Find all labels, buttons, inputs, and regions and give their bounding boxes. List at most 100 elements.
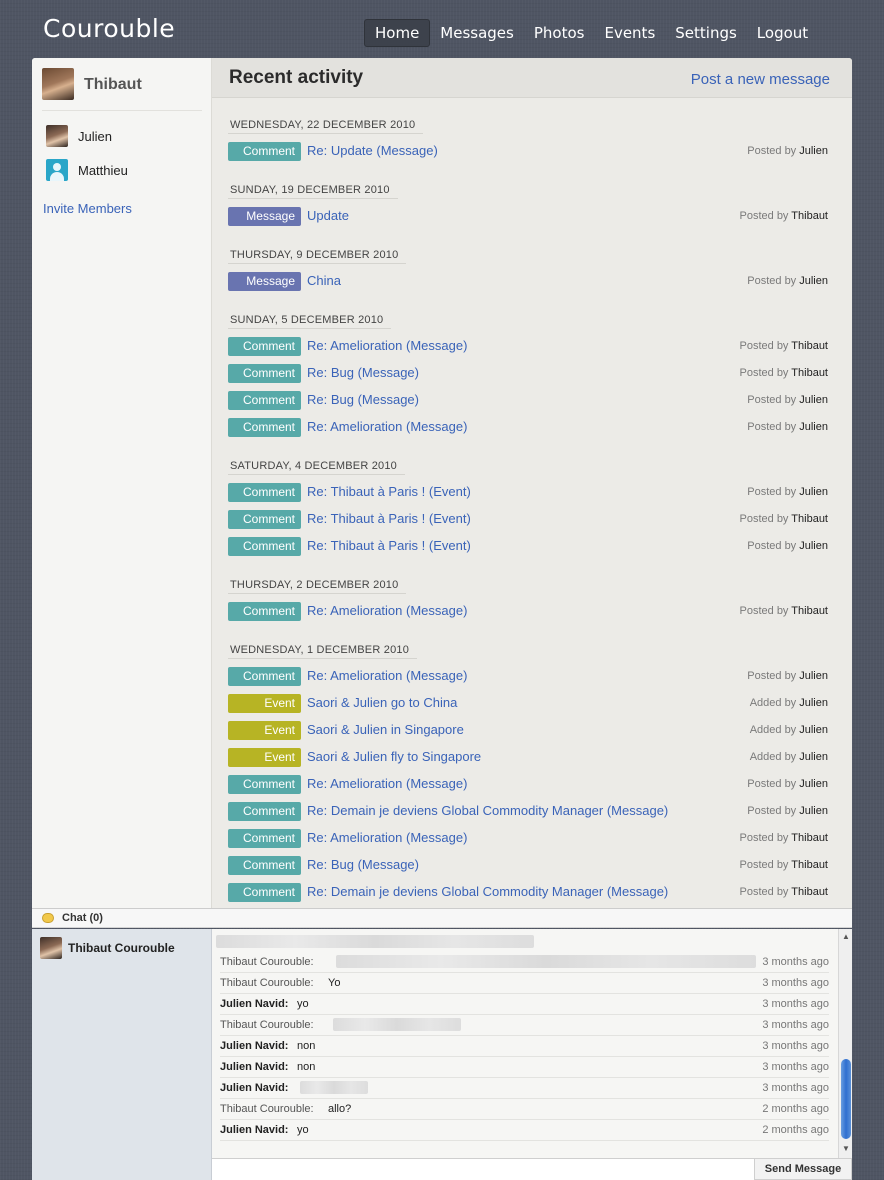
- member-matthieu[interactable]: Matthieu: [46, 159, 128, 181]
- redacted-text: [336, 955, 756, 968]
- activity-link[interactable]: Re: Amelioration (Message): [307, 668, 467, 683]
- activity-meta: Posted by Julien: [747, 394, 828, 406]
- activity-link[interactable]: Saori & Julien go to China: [307, 695, 457, 710]
- activity-row: Event Saori & Julien in Singapore Added by…: [228, 718, 832, 745]
- member-name: Julien: [78, 128, 112, 144]
- activity-meta: Posted by Thibaut: [740, 859, 828, 871]
- chat-message: Julien Navid: 3 months ago: [220, 1078, 829, 1099]
- activity-link[interactable]: Saori & Julien in Singapore: [307, 722, 464, 737]
- app-logo[interactable]: Courouble: [43, 14, 175, 43]
- chat-sender: Julien Navid:: [220, 1082, 289, 1094]
- activity-link[interactable]: Re: Demain je deviens Global Commodity M…: [307, 803, 668, 818]
- main-nav: Home Messages Photos Events Settings Log…: [364, 19, 818, 47]
- chat-sender: Julien Navid:: [220, 1124, 289, 1136]
- activity-verb: Posted by: [739, 367, 789, 379]
- activity-verb: Posted by: [739, 832, 789, 844]
- activity-author: Thibaut: [791, 832, 828, 844]
- nav-home[interactable]: Home: [364, 19, 431, 47]
- day-header: THURSDAY, 9 DECEMBER 2010: [228, 248, 407, 264]
- activity-link[interactable]: Re: Demain je deviens Global Commodity M…: [307, 884, 668, 899]
- post-new-message-link[interactable]: Post a new message: [691, 71, 830, 88]
- member-julien[interactable]: Julien: [46, 125, 112, 147]
- activity-author: Julien: [799, 778, 828, 790]
- activity-row: Comment Re: Amelioration (Message) Posted …: [228, 664, 832, 691]
- scroll-thumb[interactable]: [841, 1059, 851, 1139]
- nav-messages[interactable]: Messages: [430, 19, 524, 47]
- activity-meta: Posted by Julien: [747, 670, 828, 682]
- activity-day: SUNDAY, 5 DECEMBER 2010 Comment Re: Amelio…: [228, 310, 832, 442]
- activity-type-badge: Comment: [228, 602, 301, 621]
- activity-link[interactable]: Re: Bug (Message): [307, 857, 419, 872]
- activity-author: Julien: [799, 751, 828, 763]
- activity-link[interactable]: Re: Bug (Message): [307, 392, 419, 407]
- activity-link[interactable]: China: [307, 273, 341, 288]
- activity-author: Thibaut: [791, 859, 828, 871]
- content-header: Recent activity Post a new message: [212, 58, 852, 98]
- chat-user-name: Thibaut Courouble: [68, 941, 175, 955]
- activity-link[interactable]: Re: Update (Message): [307, 143, 438, 158]
- activity-author: Julien: [799, 540, 828, 552]
- default-avatar-icon: [46, 159, 68, 181]
- chat-sender: Thibaut Courouble:: [220, 977, 314, 989]
- activity-row: Comment Re: Bug (Message) Posted by Thibau…: [228, 361, 832, 388]
- activity-link[interactable]: Re: Amelioration (Message): [307, 776, 467, 791]
- activity-link[interactable]: Saori & Julien fly to Singapore: [307, 749, 481, 764]
- invite-members-link[interactable]: Invite Members: [43, 201, 132, 216]
- chat-message: Julien Navid: yo 3 months ago: [220, 994, 829, 1015]
- activity-type-badge: Comment: [228, 775, 301, 794]
- chat-text: yo: [297, 998, 309, 1010]
- activity-author: Julien: [799, 486, 828, 498]
- scroll-down-icon[interactable]: ▼: [841, 1144, 851, 1153]
- activity-link[interactable]: Re: Amelioration (Message): [307, 830, 467, 845]
- activity-link[interactable]: Re: Thibaut à Paris ! (Event): [307, 538, 471, 553]
- activity-type-badge: Comment: [228, 337, 301, 356]
- nav-events[interactable]: Events: [594, 19, 665, 47]
- nav-logout[interactable]: Logout: [747, 19, 818, 47]
- activity-verb: Posted by: [747, 670, 797, 682]
- activity-link[interactable]: Re: Bug (Message): [307, 365, 419, 380]
- activity-verb: Posted by: [747, 778, 797, 790]
- nav-photos[interactable]: Photos: [524, 19, 595, 47]
- activity-type-badge: Comment: [228, 391, 301, 410]
- scroll-up-icon[interactable]: ▲: [841, 932, 851, 941]
- activity-link[interactable]: Re: Thibaut à Paris ! (Event): [307, 484, 471, 499]
- send-message-button[interactable]: Send Message: [754, 1158, 852, 1180]
- chat-user-list: Thibaut Courouble: [32, 929, 212, 1180]
- activity-meta: Posted by Thibaut: [740, 513, 828, 525]
- divider: [42, 110, 202, 111]
- activity-type-badge: Comment: [228, 142, 301, 161]
- activity-verb: Posted by: [747, 540, 797, 552]
- chat-user[interactable]: Thibaut Courouble: [40, 937, 175, 959]
- activity-row: Comment Re: Update (Message) Posted by Jul…: [228, 139, 832, 166]
- chat-bubble-icon: [42, 913, 54, 923]
- activity-meta: Posted by Thibaut: [740, 605, 828, 617]
- nav-settings[interactable]: Settings: [665, 19, 747, 47]
- activity-meta: Added by Julien: [750, 697, 828, 709]
- activity-row: Comment Re: Thibaut à Paris ! (Event) Post…: [228, 480, 832, 507]
- activity-link[interactable]: Update: [307, 208, 349, 223]
- chat-timestamp: 2 months ago: [762, 1124, 829, 1136]
- activity-author: Julien: [799, 697, 828, 709]
- activity-meta: Posted by Thibaut: [740, 886, 828, 898]
- activity-link[interactable]: Re: Amelioration (Message): [307, 603, 467, 618]
- current-user[interactable]: Thibaut: [42, 68, 142, 100]
- chat-bar[interactable]: Chat (0): [32, 908, 852, 928]
- activity-day: SUNDAY, 19 DECEMBER 2010 Message Update Pos…: [228, 180, 832, 231]
- activity-type-badge: Comment: [228, 802, 301, 821]
- redacted-text: [216, 935, 534, 948]
- chat-message: Julien Navid: non 3 months ago: [220, 1036, 829, 1057]
- chat-scrollbar[interactable]: ▲ ▼: [838, 929, 852, 1158]
- chat-timestamp: 3 months ago: [762, 1061, 829, 1073]
- activity-link[interactable]: Re: Amelioration (Message): [307, 338, 467, 353]
- chat-sender: Thibaut Courouble:: [220, 956, 314, 968]
- activity-link[interactable]: Re: Amelioration (Message): [307, 419, 467, 434]
- activity-meta: Posted by Thibaut: [740, 367, 828, 379]
- chat-input[interactable]: [212, 1158, 754, 1180]
- activity-verb: Posted by: [739, 886, 789, 898]
- chat-message: Thibaut Courouble: allo? 2 months ago: [220, 1099, 829, 1120]
- activity-row: Event Saori & Julien fly to Singapore Adde…: [228, 745, 832, 772]
- activity-type-badge: Message: [228, 272, 301, 291]
- activity-link[interactable]: Re: Thibaut à Paris ! (Event): [307, 511, 471, 526]
- chat-timestamp: 3 months ago: [762, 977, 829, 989]
- chat-text: allo?: [328, 1103, 352, 1115]
